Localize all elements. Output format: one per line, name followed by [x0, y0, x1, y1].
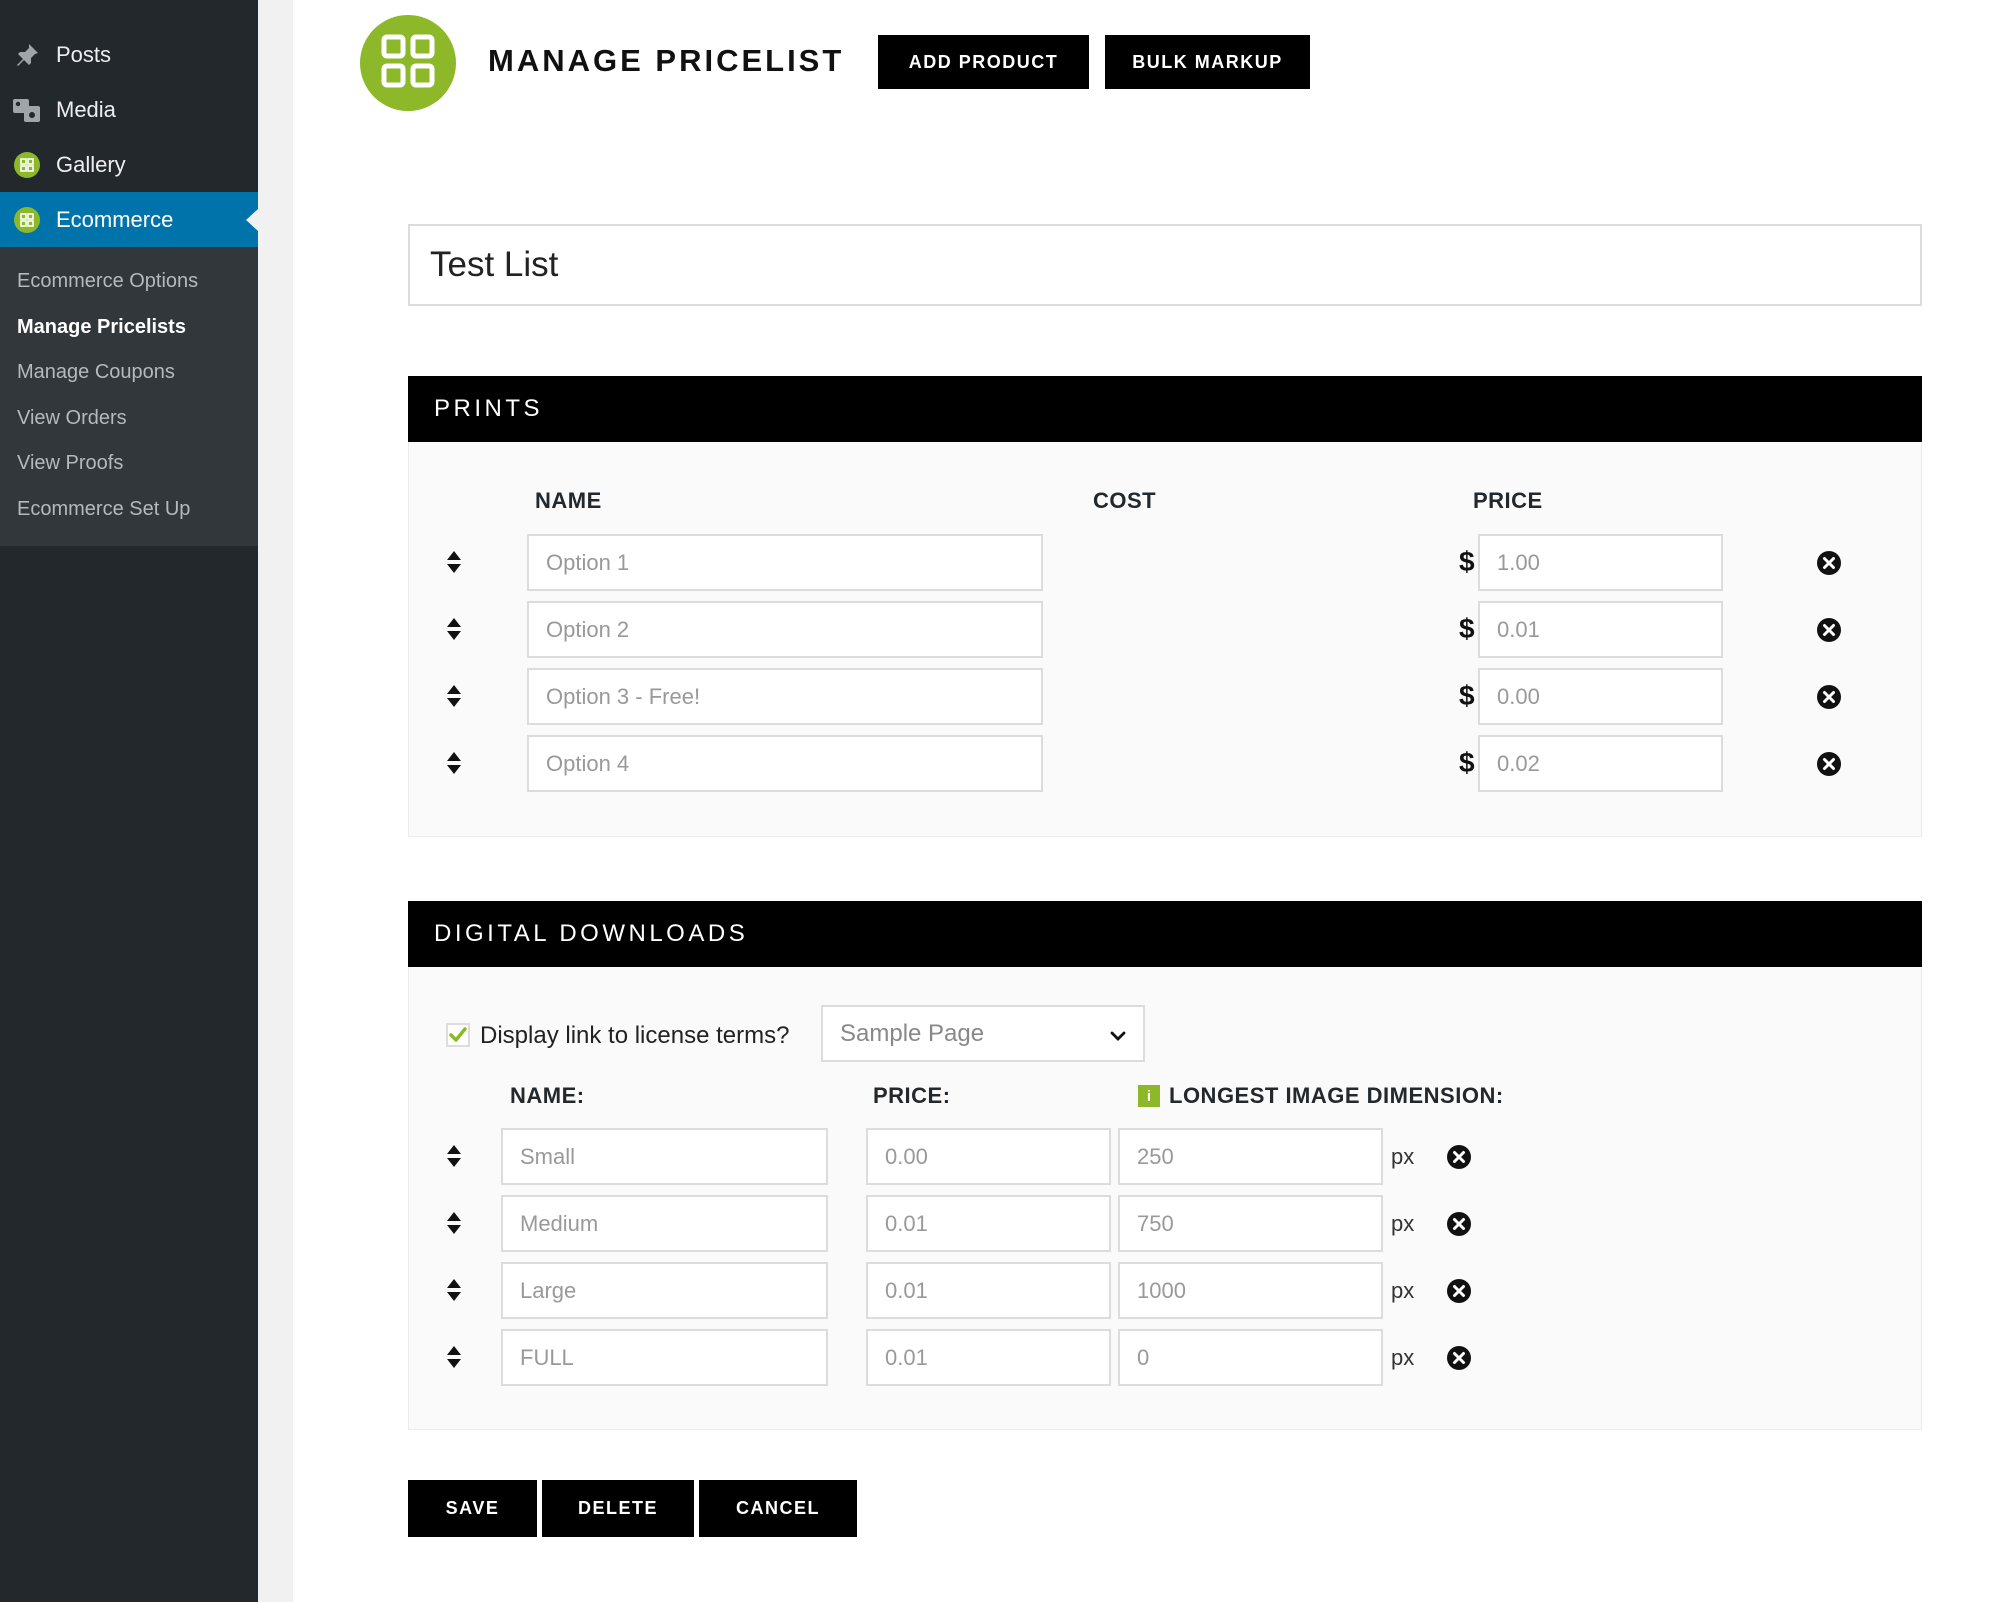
checkmark-icon [449, 1027, 467, 1042]
drag-handle-icon[interactable] [446, 751, 462, 775]
ecommerce-icon [12, 205, 42, 235]
submenu-ecommerce-setup[interactable]: Ecommerce Set Up [0, 487, 258, 533]
chevron-down-icon [1109, 1024, 1127, 1052]
license-page-value: Sample Page [840, 1019, 985, 1047]
menu-label: Ecommerce [56, 206, 174, 232]
delete-button[interactable]: DELETE [542, 1480, 694, 1537]
print-price-input[interactable]: 0.00 [1478, 668, 1723, 725]
download-dimension-input[interactable]: 0 [1118, 1329, 1383, 1386]
drag-handle-icon[interactable] [446, 1211, 462, 1235]
license-terms-label: Display link to license terms? [480, 1022, 790, 1049]
license-checkbox[interactable] [446, 1023, 470, 1047]
downloads-section-body: Display link to license terms? Sample Pa… [408, 967, 1922, 1430]
downloads-title: DIGITAL DOWNLOADS [434, 920, 749, 947]
remove-icon[interactable] [1816, 751, 1842, 777]
prints-section-header: PRINTS [408, 376, 1922, 442]
bulk-markup-button[interactable]: BULK MARKUP [1105, 35, 1310, 89]
drag-handle-icon[interactable] [446, 1278, 462, 1302]
col-header-price: PRICE [1473, 488, 1543, 513]
submenu-ecommerce-options[interactable]: Ecommerce Options [0, 259, 258, 305]
pricelist-logo [360, 15, 456, 111]
menu-label: Posts [56, 41, 112, 67]
print-name-input[interactable]: Option 4 [527, 735, 1043, 792]
menu-item-media[interactable]: Media [0, 82, 258, 137]
download-dimension-input[interactable]: 250 [1118, 1128, 1383, 1185]
print-name-input[interactable]: Option 1 [527, 534, 1043, 591]
remove-icon[interactable] [1816, 684, 1842, 710]
page-title: MANAGE PRICELIST [488, 43, 845, 78]
drag-handle-icon[interactable] [446, 684, 462, 708]
unit-label: px [1391, 1278, 1415, 1303]
drag-handle-icon[interactable] [446, 1345, 462, 1369]
submenu-view-orders[interactable]: View Orders [0, 396, 258, 442]
download-dimension-input[interactable]: 1000 [1118, 1262, 1383, 1319]
menu-item-posts[interactable]: Posts [0, 27, 258, 82]
remove-icon[interactable] [1446, 1345, 1472, 1371]
admin-sidebar: Posts Media Gallery Ecommerce Ecommerce … [0, 0, 258, 1602]
submenu-manage-pricelists[interactable]: Manage Pricelists [0, 305, 258, 351]
prints-title: PRINTS [434, 395, 544, 422]
remove-icon[interactable] [1446, 1144, 1472, 1170]
col-header-dimension: LONGEST IMAGE DIMENSION: [1169, 1083, 1504, 1108]
print-price-input[interactable]: 0.02 [1478, 735, 1723, 792]
download-price-input[interactable]: 0.01 [866, 1195, 1111, 1252]
unit-label: px [1391, 1211, 1415, 1236]
drag-handle-icon[interactable] [446, 617, 462, 641]
download-name-input[interactable]: Small [501, 1128, 828, 1185]
col-header-name: NAME [535, 488, 602, 513]
downloads-section-header: DIGITAL DOWNLOADS [408, 901, 1922, 967]
remove-icon[interactable] [1816, 550, 1842, 576]
media-icon [12, 95, 42, 125]
gallery-icon [12, 150, 42, 180]
menu-label: Gallery [56, 151, 126, 177]
currency-symbol: $ [1459, 747, 1475, 778]
unit-label: px [1391, 1345, 1415, 1370]
drag-handle-icon[interactable] [446, 1144, 462, 1168]
pricelist-name-input[interactable]: Test List [408, 224, 1922, 306]
submenu-view-proofs[interactable]: View Proofs [0, 441, 258, 487]
download-name-input[interactable]: Medium [501, 1195, 828, 1252]
download-dimension-input[interactable]: 750 [1118, 1195, 1383, 1252]
ecommerce-submenu: Ecommerce Options Manage Pricelists Mana… [0, 247, 258, 546]
unit-label: px [1391, 1144, 1415, 1169]
remove-icon[interactable] [1446, 1211, 1472, 1237]
pin-icon [12, 40, 42, 70]
download-price-input[interactable]: 0.00 [866, 1128, 1111, 1185]
print-price-input[interactable]: 0.01 [1478, 601, 1723, 658]
currency-symbol: $ [1459, 680, 1475, 711]
menu-label: Media [56, 96, 116, 122]
col-header-price: PRICE: [873, 1083, 951, 1108]
grid-icon [380, 33, 436, 94]
main-content: MANAGE PRICELIST ADD PRODUCT BULK MARKUP… [293, 0, 2000, 1602]
download-price-input[interactable]: 0.01 [866, 1262, 1111, 1319]
download-name-input[interactable]: FULL [501, 1329, 828, 1386]
currency-symbol: $ [1459, 613, 1475, 644]
col-header-name: NAME: [510, 1083, 585, 1108]
remove-icon[interactable] [1816, 617, 1842, 643]
license-page-select[interactable]: Sample Page [821, 1005, 1145, 1062]
prints-section-body: NAME COST PRICE Option 1 $ 1.00 Option 2… [408, 442, 1922, 837]
cancel-button[interactable]: CANCEL [699, 1480, 857, 1537]
print-price-input[interactable]: 1.00 [1478, 534, 1723, 591]
print-name-input[interactable]: Option 3 - Free! [527, 668, 1043, 725]
currency-symbol: $ [1459, 546, 1475, 577]
menu-item-gallery[interactable]: Gallery [0, 137, 258, 192]
submenu-manage-coupons[interactable]: Manage Coupons [0, 350, 258, 396]
drag-handle-icon[interactable] [446, 550, 462, 574]
add-product-button[interactable]: ADD PRODUCT [878, 35, 1089, 89]
download-price-input[interactable]: 0.01 [866, 1329, 1111, 1386]
menu-item-ecommerce[interactable]: Ecommerce [0, 192, 258, 247]
download-name-input[interactable]: Large [501, 1262, 828, 1319]
remove-icon[interactable] [1446, 1278, 1472, 1304]
info-icon[interactable]: i [1138, 1085, 1160, 1107]
col-header-cost: COST [1093, 488, 1157, 513]
print-name-input[interactable]: Option 2 [527, 601, 1043, 658]
save-button[interactable]: SAVE [408, 1480, 537, 1537]
